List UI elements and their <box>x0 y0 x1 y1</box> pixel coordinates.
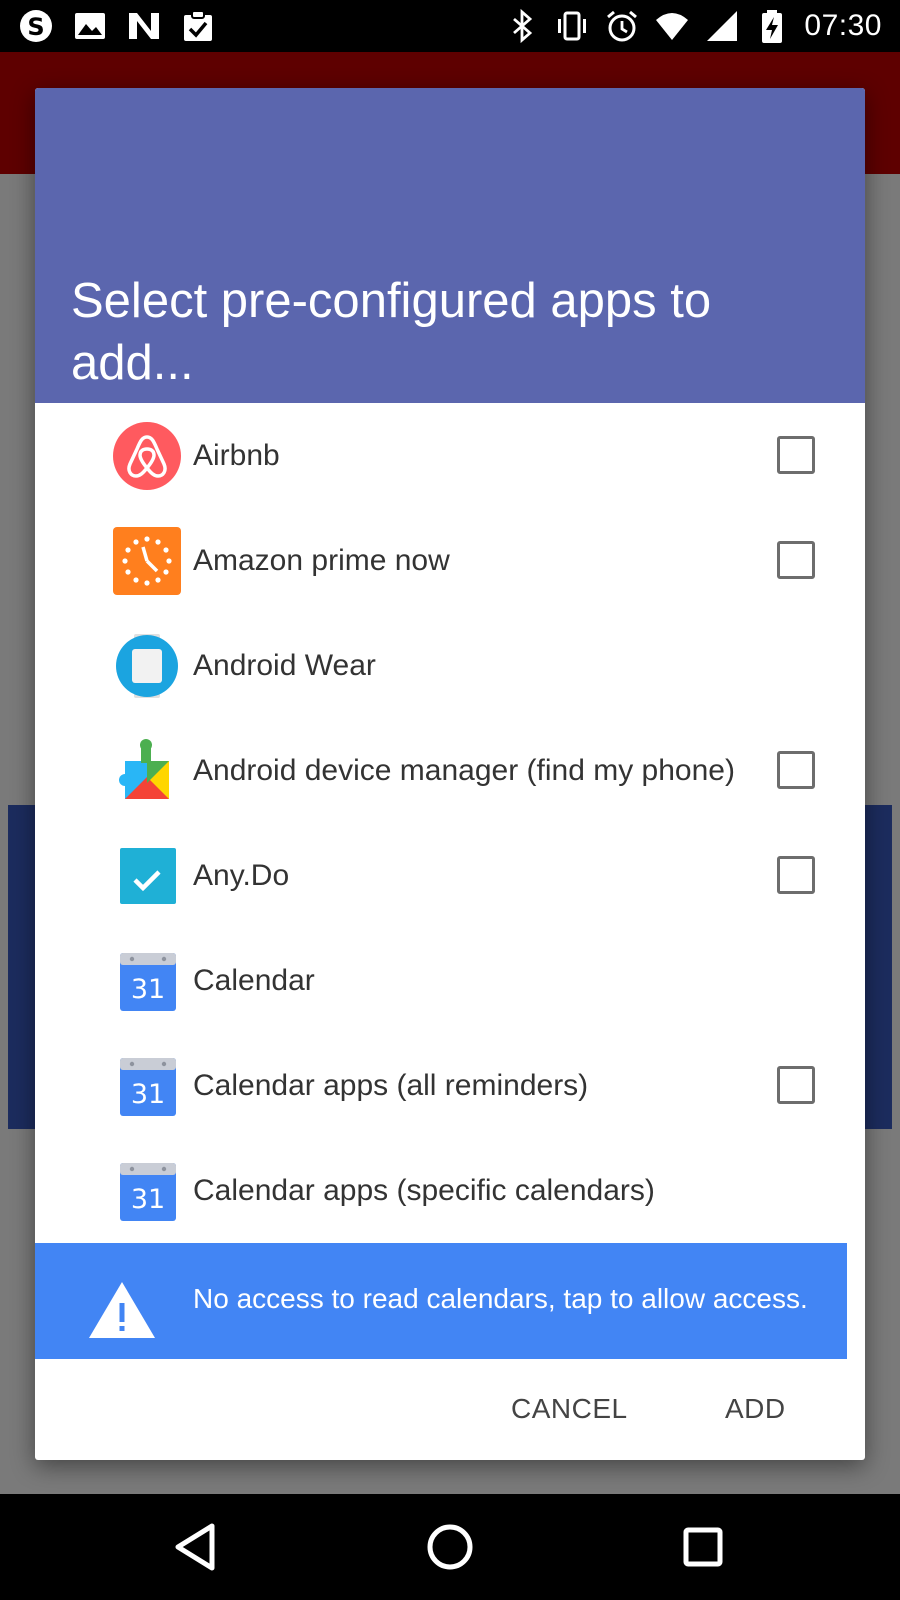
calendar-icon: 31 <box>120 953 176 1011</box>
svg-text:31: 31 <box>131 1184 165 1215</box>
warning-icon <box>89 1282 155 1338</box>
clock: 07:30 <box>804 9 882 42</box>
recents-icon[interactable] <box>672 1516 734 1578</box>
dialog-header: Select pre-configured apps to add... <box>35 88 865 403</box>
status-bar: S 07:30 <box>0 0 900 52</box>
image-icon <box>75 13 105 39</box>
list-item-calendar-all-reminders[interactable]: 31 Calendar apps (all reminders) <box>35 1033 865 1138</box>
app-label: Calendar apps (all reminders) <box>193 1069 589 1102</box>
airbnb-icon <box>113 422 181 490</box>
list-item-anydo[interactable]: Any.Do <box>35 823 865 928</box>
airbnb-checkbox[interactable] <box>777 436 815 474</box>
app-label: Amazon prime now <box>193 544 450 577</box>
list-item-android-wear[interactable]: Android Wear <box>35 613 865 718</box>
home-icon[interactable] <box>419 1516 481 1578</box>
n-app-icon <box>129 13 159 39</box>
calendar-icon: 31 <box>120 1058 176 1116</box>
calendar-icon: 31 <box>120 1163 176 1221</box>
dialog-title: Select pre-configured apps to add... <box>71 274 712 390</box>
android-wear-icon <box>116 634 178 698</box>
android-device-manager-icon <box>119 739 169 799</box>
svg-text:31: 31 <box>131 1079 165 1110</box>
cancel-button[interactable]: CANCEL <box>511 1385 628 1433</box>
signal-icon <box>707 11 738 41</box>
skype-icon: S <box>20 10 52 42</box>
alarm-icon <box>607 10 638 42</box>
amazon-prime-now-checkbox[interactable] <box>777 541 815 579</box>
add-button[interactable]: ADD <box>725 1385 786 1433</box>
svg-text:31: 31 <box>131 974 165 1005</box>
warning-text: No access to read calendars, tap to allo… <box>193 1283 808 1314</box>
app-label: Calendar <box>193 964 315 997</box>
app-label: Android Wear <box>193 649 376 682</box>
app-list[interactable]: Airbnb Amazon prime now Android Wear And… <box>35 403 865 1331</box>
notification-icons: S <box>18 8 216 44</box>
list-item-android-device-manager[interactable]: Android device manager (find my phone) <box>35 718 865 823</box>
system-icons: 07:30 <box>504 8 882 44</box>
list-item-calendar[interactable]: 31 Calendar <box>35 928 865 1033</box>
app-label: Calendar apps (specific calendars) <box>193 1174 655 1207</box>
calendar-permission-banner[interactable]: No access to read calendars, tap to allo… <box>35 1243 847 1359</box>
bluetooth-icon <box>513 8 533 44</box>
app-label: Android device manager (find my phone) <box>193 754 735 787</box>
battery-charging-icon <box>762 10 783 43</box>
list-item-airbnb[interactable]: Airbnb <box>35 403 865 508</box>
select-apps-dialog: Select pre-configured apps to add... Air… <box>35 88 865 1460</box>
anydo-checkbox[interactable] <box>777 856 815 894</box>
anydo-icon <box>120 848 176 904</box>
android-device-manager-checkbox[interactable] <box>777 751 815 789</box>
dialog-actions: CANCEL ADD <box>35 1359 865 1460</box>
svg-text:S: S <box>27 13 44 41</box>
wifi-icon <box>656 13 689 40</box>
back-icon[interactable] <box>166 1516 228 1578</box>
amazon-prime-now-icon <box>113 527 181 595</box>
list-item-amazon-prime-now[interactable]: Amazon prime now <box>35 508 865 613</box>
app-label: Any.Do <box>193 859 290 892</box>
clipboard-check-icon <box>184 10 212 41</box>
vibrate-icon <box>558 11 587 41</box>
app-label: Airbnb <box>193 439 280 472</box>
navigation-bar <box>0 1494 900 1600</box>
calendar-all-reminders-checkbox[interactable] <box>777 1066 815 1104</box>
list-item-calendar-specific[interactable]: 31 Calendar apps (specific calendars) <box>35 1138 865 1243</box>
